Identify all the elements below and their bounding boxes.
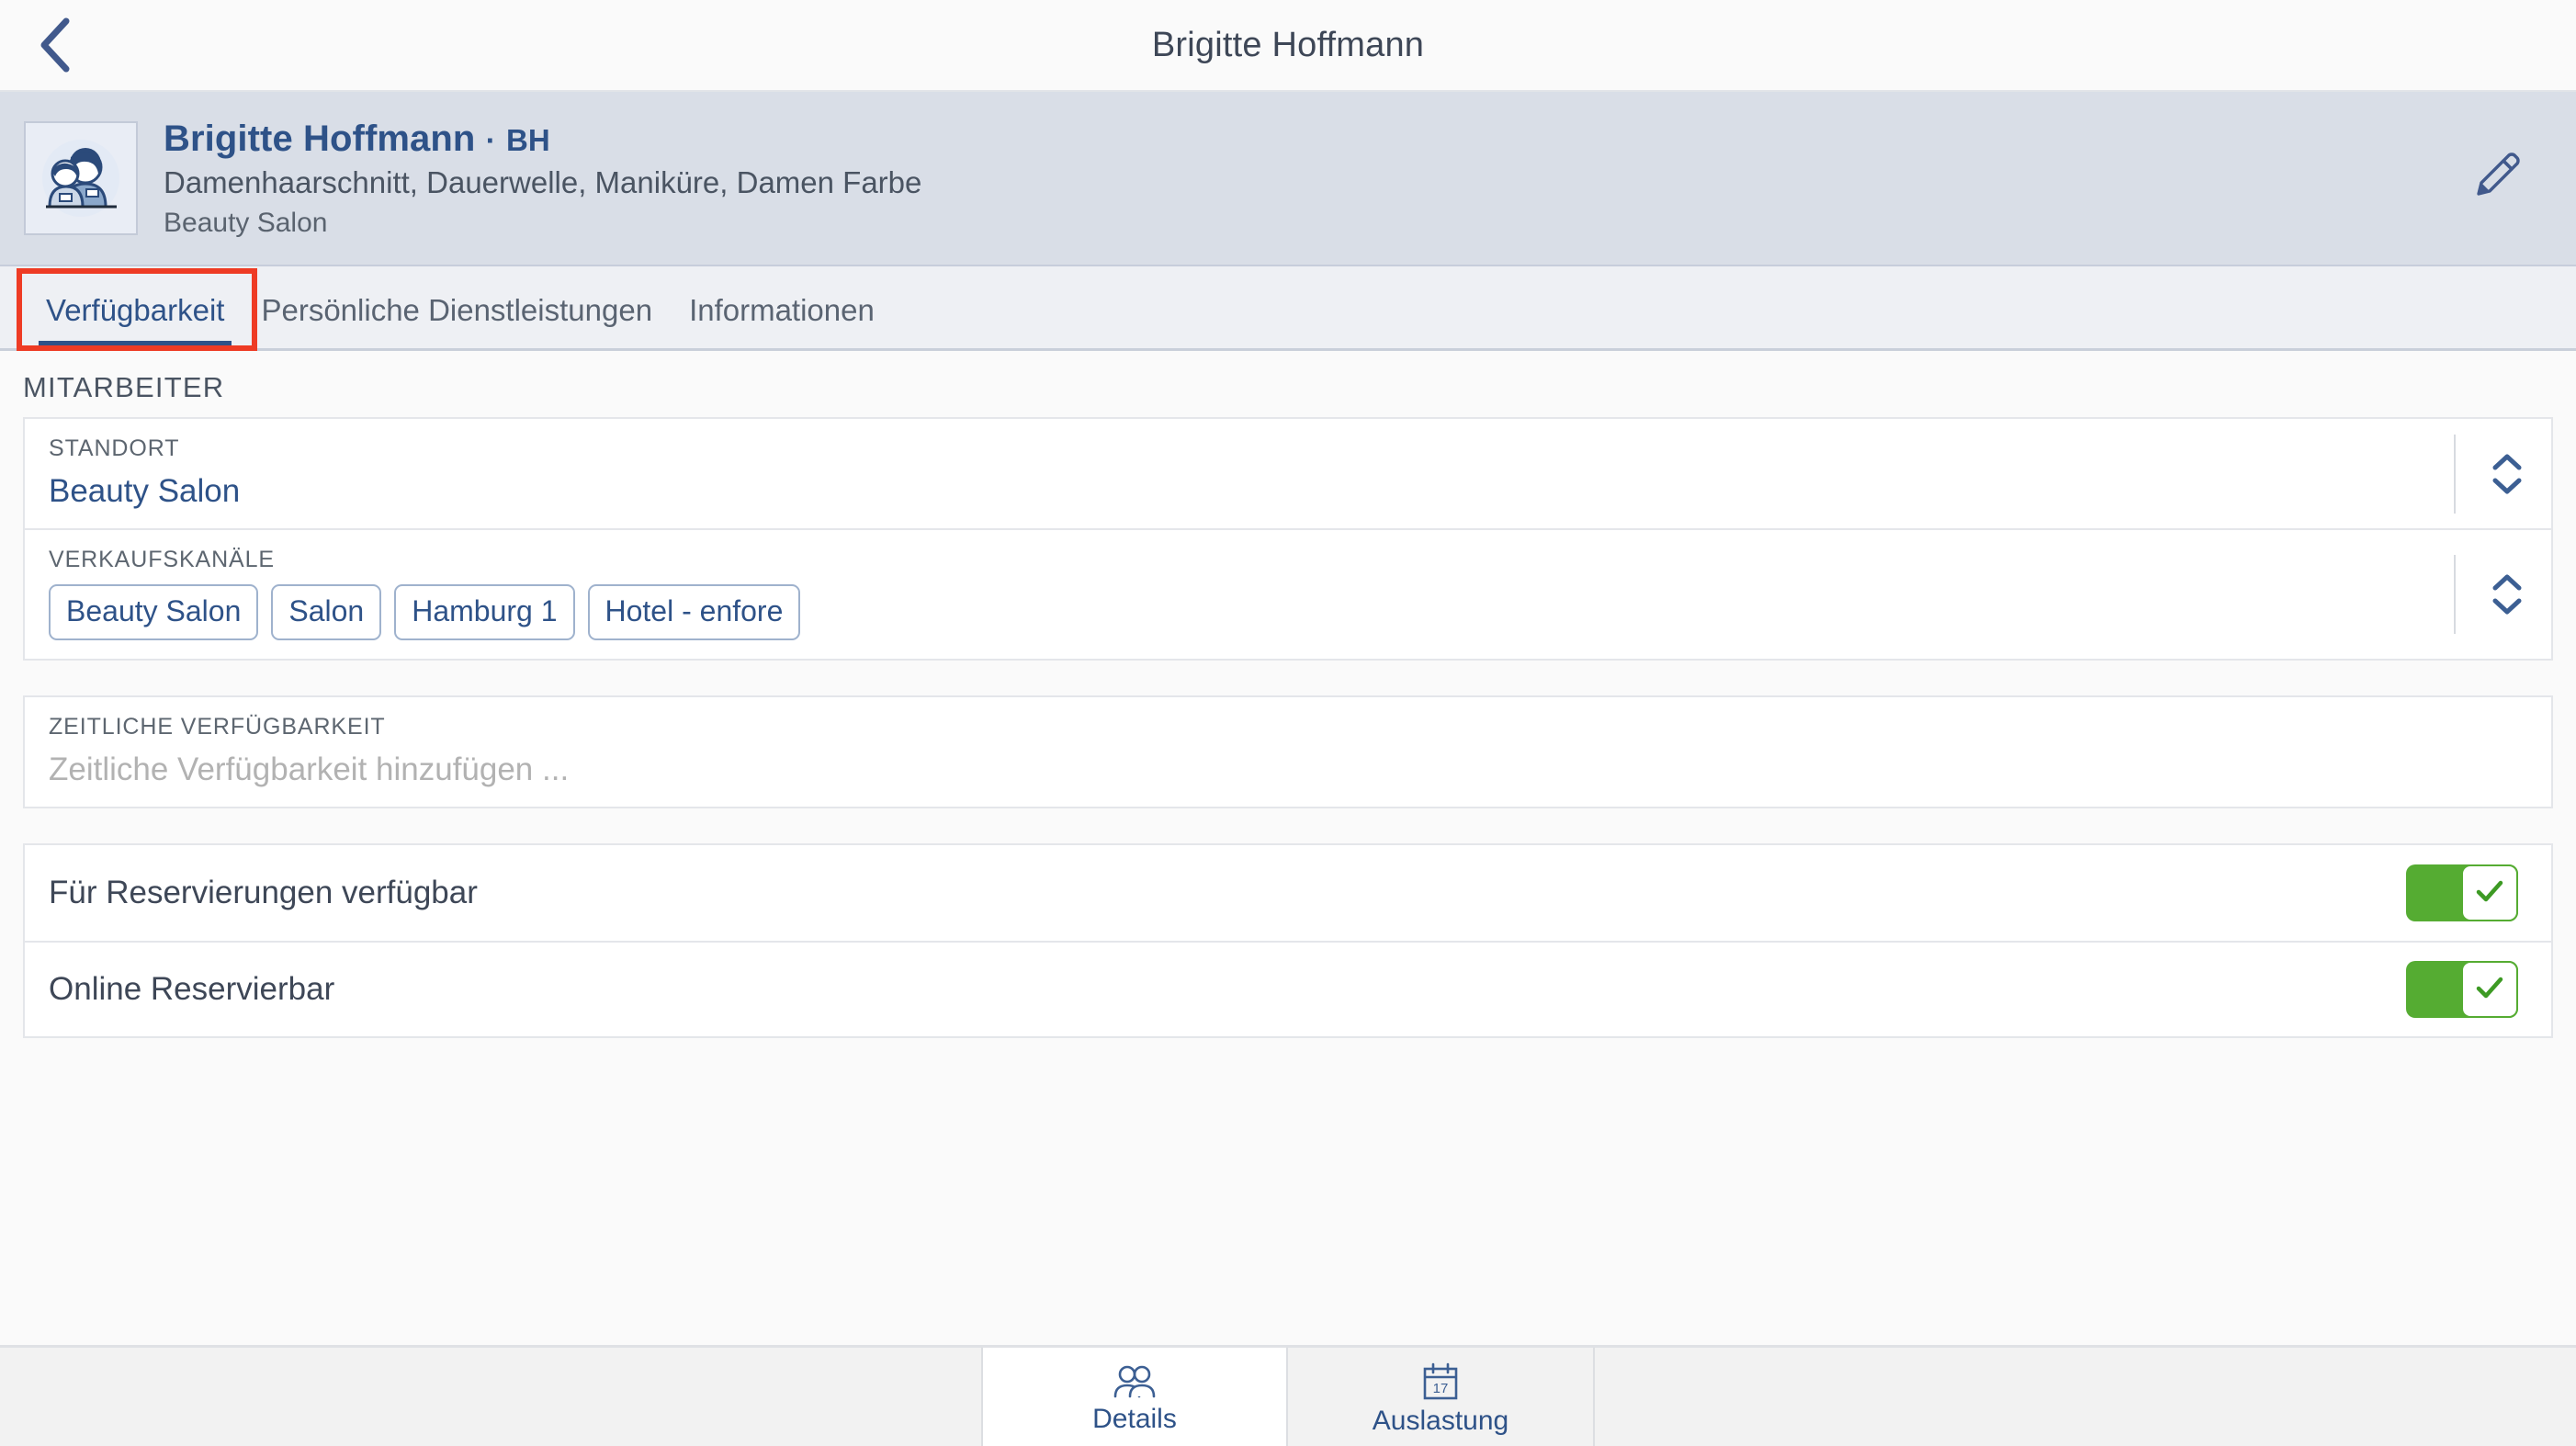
tab-verfuegbarkeit[interactable]: Verfügbarkeit — [28, 293, 243, 351]
verkaufskanaele-tag-row: Beauty Salon Salon Hamburg 1 Hotel - enf… — [49, 584, 2432, 640]
chevron-up-down-icon — [2489, 569, 2525, 620]
back-button[interactable] — [20, 8, 94, 82]
field-verkaufskanaele-label: VERKAUFSKANÄLE — [49, 547, 276, 572]
tab-informationen-label: Informationen — [689, 293, 875, 327]
two-people-avatar-icon — [32, 130, 130, 227]
profile-services: Damenhaarschnitt, Dauerwelle, Maniküre, … — [164, 165, 922, 200]
profile-location: Beauty Salon — [164, 207, 328, 238]
page-title: Brigitte Hoffmann — [1151, 25, 1425, 64]
toggle-knob — [2461, 864, 2518, 921]
edit-button[interactable] — [2455, 137, 2537, 220]
profile-name-row: Brigitte Hoffmann · BH — [164, 118, 921, 160]
group-spacer-1 — [23, 661, 2553, 695]
tag-beauty-salon[interactable]: Beauty Salon — [49, 584, 259, 640]
toggle-label-fuer-reservierungen-verfuegbar: Für Reservierungen verfügbar — [49, 875, 478, 910]
calendar-17-icon: 17 — [1418, 1361, 1463, 1404]
field-zeitliche-verfuegbarkeit-label: ZEITLICHE VERFÜGBARKEIT — [49, 714, 386, 740]
profile-separator: · — [485, 122, 496, 157]
field-standort[interactable]: STANDORT Beauty Salon — [25, 419, 2551, 528]
bottom-navigation: Details 17 Auslastung — [0, 1345, 2576, 1446]
toggle-label-online-reservierbar: Online Reservierbar — [49, 971, 335, 1007]
avatar — [24, 121, 138, 235]
pencil-edit-icon — [2470, 151, 2522, 207]
tab-persoenliche-dienstleistungen[interactable]: Persönliche Dienstleistungen — [243, 293, 671, 348]
group-spacer-2 — [23, 808, 2553, 843]
profile-initials: BH — [506, 122, 550, 157]
tab-informationen[interactable]: Informationen — [671, 293, 893, 348]
bottom-nav-item-auslastung-label: Auslastung — [1372, 1405, 1509, 1436]
tag-hamburg-1[interactable]: Hamburg 1 — [394, 584, 575, 640]
check-icon — [2471, 969, 2508, 1011]
toggle-fuer-reservierungen-verfuegbar[interactable] — [2406, 864, 2518, 921]
card-group-toggles: Für Reservierungen verfügbar Online Rese… — [23, 843, 2553, 1038]
bottom-nav-item-details-label: Details — [1092, 1403, 1177, 1434]
field-zeitliche-verfuegbarkeit[interactable]: ZEITLICHE VERFÜGBARKEIT Zeitliche Verfüg… — [25, 697, 2551, 807]
toggle-knob — [2461, 961, 2518, 1018]
tag-salon[interactable]: Salon — [271, 584, 382, 640]
verkaufskanaele-stepper[interactable] — [2454, 555, 2525, 634]
profile-name: Brigitte Hoffmann — [164, 118, 476, 159]
check-icon — [2471, 873, 2508, 914]
field-zeitliche-verfuegbarkeit-placeholder: Zeitliche Verfügbarkeit hinzufügen ... — [49, 751, 570, 787]
main-content: MITARBEITER STANDORT Beauty Salon VERKAU… — [0, 351, 2576, 1345]
bottom-nav-left-spacer — [0, 1348, 981, 1446]
chevron-up-down-icon — [2489, 448, 2525, 500]
tag-hotel-enfore[interactable]: Hotel - enfore — [587, 584, 801, 640]
field-standort-label: STANDORT — [49, 435, 180, 461]
field-verkaufskanaele[interactable]: VERKAUFSKANÄLE Beauty Salon Salon Hambur… — [25, 528, 2551, 659]
chevron-left-icon — [37, 16, 77, 74]
card-group-zeitliche-verfuegbarkeit: ZEITLICHE VERFÜGBARKEIT Zeitliche Verfüg… — [23, 695, 2553, 808]
tab-verfuegbarkeit-label: Verfügbarkeit — [46, 293, 225, 327]
title-bar: Brigitte Hoffmann — [0, 0, 2576, 92]
toggle-row-online-reservierbar[interactable]: Online Reservierbar — [25, 941, 2551, 1036]
toggle-row-fuer-reservierungen-verfuegbar[interactable]: Für Reservierungen verfügbar — [25, 845, 2551, 941]
tab-bar: Verfügbarkeit Persönliche Dienstleistung… — [0, 266, 2576, 351]
bottom-nav-item-details[interactable]: Details — [981, 1348, 1288, 1446]
standort-stepper[interactable] — [2454, 434, 2525, 514]
bottom-nav-item-auslastung[interactable]: 17 Auslastung — [1288, 1348, 1595, 1446]
field-standort-value: Beauty Salon — [49, 473, 241, 509]
profile-text-block: Brigitte Hoffmann · BH Damenhaarschnitt,… — [164, 118, 921, 240]
card-group-standort-kanaele: STANDORT Beauty Salon VERKAUFSKANÄLE Bea… — [23, 417, 2553, 661]
tab-persoenliche-dienstleistungen-label: Persönliche Dienstleistungen — [261, 293, 653, 327]
toggle-online-reservierbar[interactable] — [2406, 961, 2518, 1018]
section-title-mitarbeiter: MITARBEITER — [23, 371, 225, 403]
people-icon — [1111, 1363, 1158, 1402]
profile-header: Brigitte Hoffmann · BH Damenhaarschnitt,… — [0, 92, 2576, 266]
svg-text:17: 17 — [1433, 1381, 1449, 1396]
